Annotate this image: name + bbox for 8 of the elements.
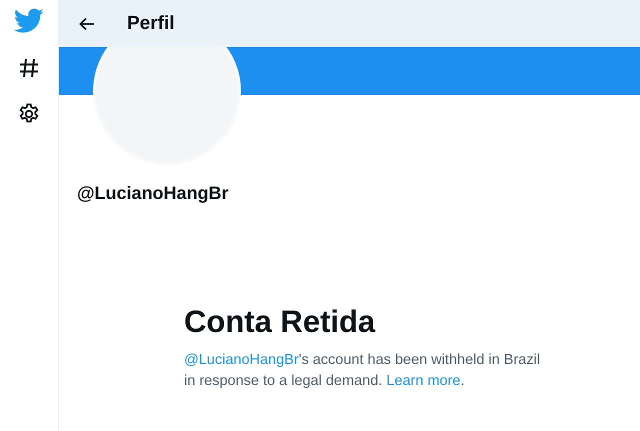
hashtag-icon[interactable]	[17, 56, 41, 80]
notice-message: @LucianoHangBr's account has been withheld in Brazil in response to a legal demand. Learn more.	[184, 351, 542, 391]
notice-title: Conta Retida	[184, 304, 376, 340]
profile-handle: @LucianoHangBr	[77, 183, 230, 204]
link[interactable]: @LucianoHangBr	[184, 352, 299, 368]
page-title: Perfil	[127, 12, 175, 34]
bird-icon[interactable]	[14, 8, 44, 34]
link[interactable]: Learn more	[386, 373, 460, 389]
